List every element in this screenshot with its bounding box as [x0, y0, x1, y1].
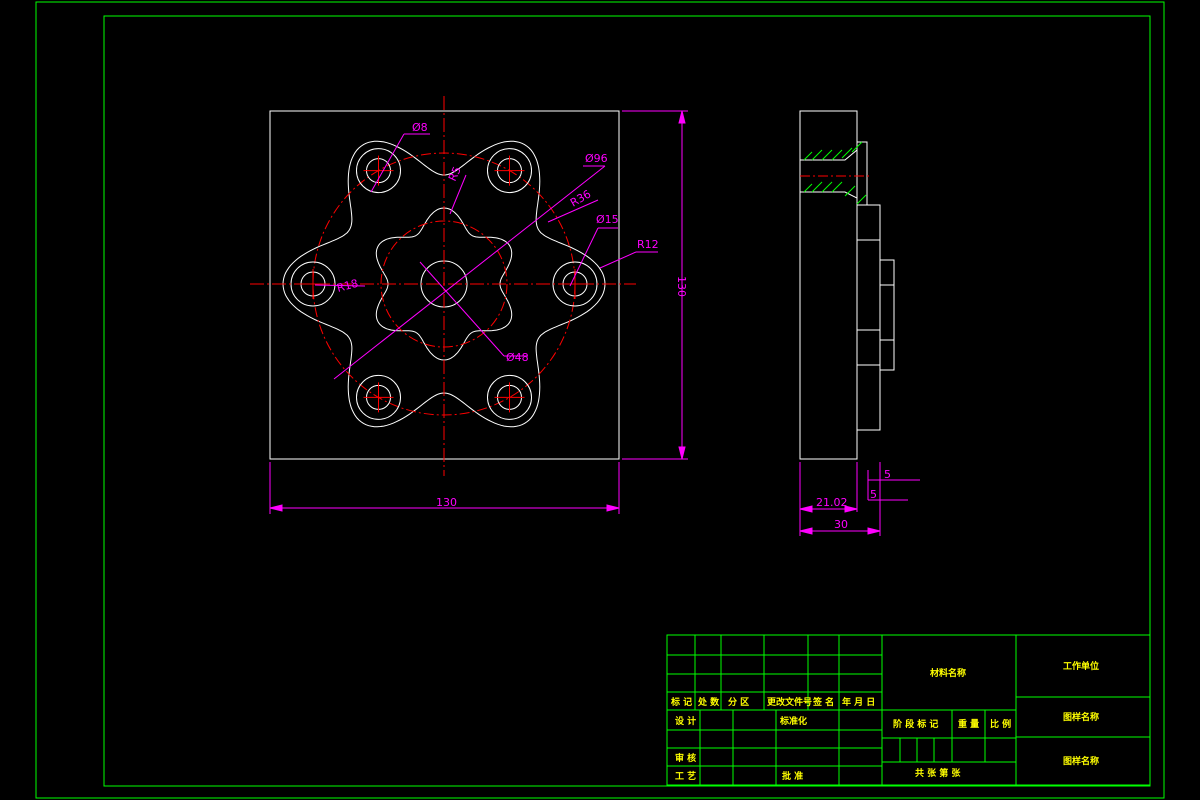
- dim-width: 130: [436, 496, 457, 509]
- side-view-body: [799, 110, 858, 460]
- side-view-step-2: [879, 259, 895, 371]
- dim-d48: Ø48: [506, 351, 529, 364]
- dim-side-5a: 5: [884, 468, 891, 481]
- side-view-step-1: [856, 204, 881, 431]
- tb-design: 设 计: [675, 715, 696, 727]
- tb-drawing-name: 图样名称: [1063, 711, 1099, 723]
- cad-drawing: Ø8 Ø96 R36 R5 Ø15 R12 R18 Ø48 130 130 5 …: [35, 1, 1165, 799]
- tb-col-count: 处 数: [697, 696, 720, 708]
- dim-r12: R12: [637, 238, 659, 251]
- tb-review: 审 核: [675, 752, 696, 764]
- tb-col-zone: 分 区: [728, 696, 749, 708]
- leader-d48: [419, 261, 505, 357]
- title-block-texts: 标 记 处 数 分 区 更改文件号 签 名 年 月 日 设 计 标准化 审 核 …: [670, 660, 1099, 782]
- dim-r18: R18: [335, 277, 359, 295]
- dim-d8: Ø8: [412, 121, 428, 134]
- side-view: [799, 110, 895, 460]
- leader-d96: [333, 165, 606, 380]
- front-view: Ø8 Ø96 R36 R5 Ø15 R12 R18 Ø48 130 130: [250, 96, 688, 514]
- inner-frame: [103, 15, 1151, 787]
- dim-side-21: 21.02: [816, 496, 848, 509]
- tb-sheets: 共 张 第 张: [915, 767, 961, 779]
- tb-col-date: 年 月 日: [842, 696, 875, 708]
- tb-material: 材料名称: [929, 667, 966, 679]
- tb-drawing-code: 图样名称: [1063, 755, 1099, 767]
- tb-col-doc: 更改文件号: [767, 696, 812, 708]
- tb-col-sign: 签 名: [812, 696, 834, 708]
- dim-side-5b: 5: [870, 488, 877, 501]
- outer-frame: [35, 1, 1165, 799]
- tb-approve: 批 准: [782, 770, 803, 782]
- tb-company: 工作单位: [1063, 660, 1099, 672]
- leader-r12: [599, 251, 637, 269]
- dim-d96: Ø96: [585, 152, 608, 165]
- dim-height: 130: [675, 276, 688, 297]
- dim-d15: Ø15: [596, 213, 619, 226]
- tb-process: 工 艺: [675, 770, 696, 782]
- leader-d15: [569, 227, 599, 287]
- dim-side-30: 30: [834, 518, 848, 531]
- dim-r36: R36: [568, 188, 593, 210]
- tb-col-mark: 标 记: [670, 696, 692, 708]
- tb-scale: 比 例: [990, 718, 1011, 730]
- tb-standardization: 标准化: [779, 715, 807, 727]
- tb-stage-mark: 阶 段 标 记: [893, 718, 938, 730]
- tb-weight: 重 量: [958, 718, 979, 730]
